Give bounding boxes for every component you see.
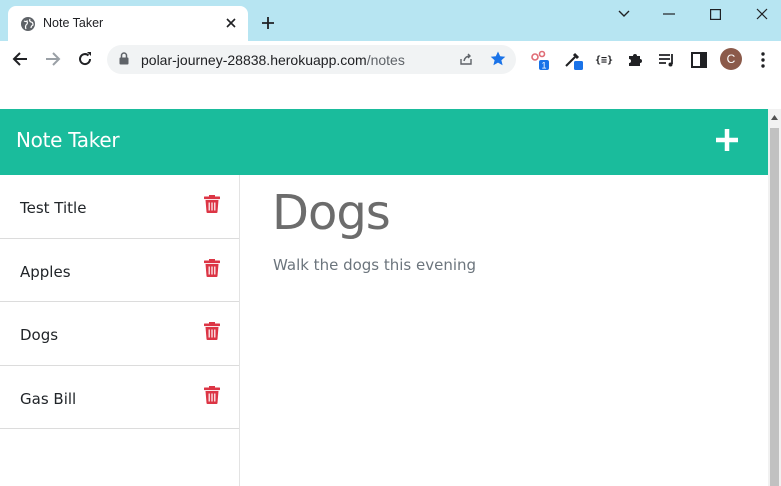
address-bar[interactable]: polar-journey-28838.herokuapp.com/notes [107, 45, 516, 74]
delete-trash-icon[interactable] [204, 322, 220, 340]
more-menu-icon[interactable] [754, 49, 772, 71]
close-tab-icon[interactable] [222, 14, 240, 32]
scroll-up-arrow-icon[interactable] [768, 109, 781, 126]
browser-tab[interactable]: Note Taker [8, 6, 248, 41]
url-host: polar-journey-28838.herokuapp.com [141, 52, 367, 68]
note-list-item[interactable]: Test Title [0, 175, 239, 239]
side-panel-icon[interactable] [688, 49, 710, 71]
back-icon[interactable] [10, 49, 30, 69]
delete-trash-icon[interactable] [204, 258, 220, 277]
extension-json-icon[interactable]: {≡} [592, 49, 616, 71]
close-window-icon[interactable] [750, 3, 774, 25]
maximize-icon[interactable] [703, 3, 727, 25]
extension-network-icon[interactable]: 1 [529, 49, 551, 71]
reading-list-icon[interactable] [656, 49, 678, 71]
url-text: polar-journey-28838.herokuapp.com/notes [141, 52, 405, 68]
page-scrollbar[interactable] [768, 109, 781, 486]
profile-avatar[interactable]: C [720, 48, 742, 70]
minimize-icon[interactable] [657, 3, 681, 25]
note-list-item-title: Gas Bill [20, 389, 77, 408]
extension-eyedropper-icon[interactable] [563, 49, 585, 71]
new-tab-icon[interactable] [258, 13, 278, 33]
note-list-item[interactable]: Gas Bill [0, 366, 239, 429]
delete-trash-icon[interactable] [204, 385, 220, 404]
extensions-puzzle-icon[interactable] [624, 49, 646, 71]
extension-badge: 1 [541, 61, 546, 71]
forward-icon[interactable] [43, 49, 63, 69]
note-list: Test Title Apples Dogs Gas Bill [0, 175, 240, 486]
note-list-item[interactable]: Dogs [0, 302, 239, 366]
app-navbar: Note Taker [0, 109, 768, 175]
bookmark-star-icon[interactable] [489, 50, 507, 68]
reload-icon[interactable] [75, 49, 95, 69]
note-list-item-title: Apples [20, 262, 71, 281]
tab-title: Note Taker [43, 16, 104, 30]
browser-toolbar: polar-journey-28838.herokuapp.com/notes … [0, 41, 781, 77]
share-icon[interactable] [458, 51, 474, 67]
scrollbar-thumb[interactable] [770, 128, 779, 486]
note-list-item-title: Dogs [20, 326, 59, 344]
browser-tabstrip: Note Taker [0, 0, 781, 41]
globe-icon [21, 17, 35, 31]
note-title-input[interactable]: Dogs [272, 185, 391, 241]
note-list-item[interactable]: Apples [0, 239, 239, 302]
new-note-plus-icon[interactable] [713, 126, 741, 154]
lock-icon [119, 52, 129, 65]
note-list-item-title: Test Title [20, 199, 87, 217]
extension-json-label: {≡} [594, 54, 614, 66]
page-viewport: Note Taker Test Title Apples Dogs Gas Bi… [0, 109, 768, 486]
url-path: /notes [366, 52, 405, 68]
note-text-area[interactable]: Walk the dogs this evening [273, 256, 476, 274]
brand-title[interactable]: Note Taker [16, 128, 120, 152]
delete-trash-icon[interactable] [204, 195, 220, 213]
tab-search-icon[interactable] [612, 3, 636, 25]
